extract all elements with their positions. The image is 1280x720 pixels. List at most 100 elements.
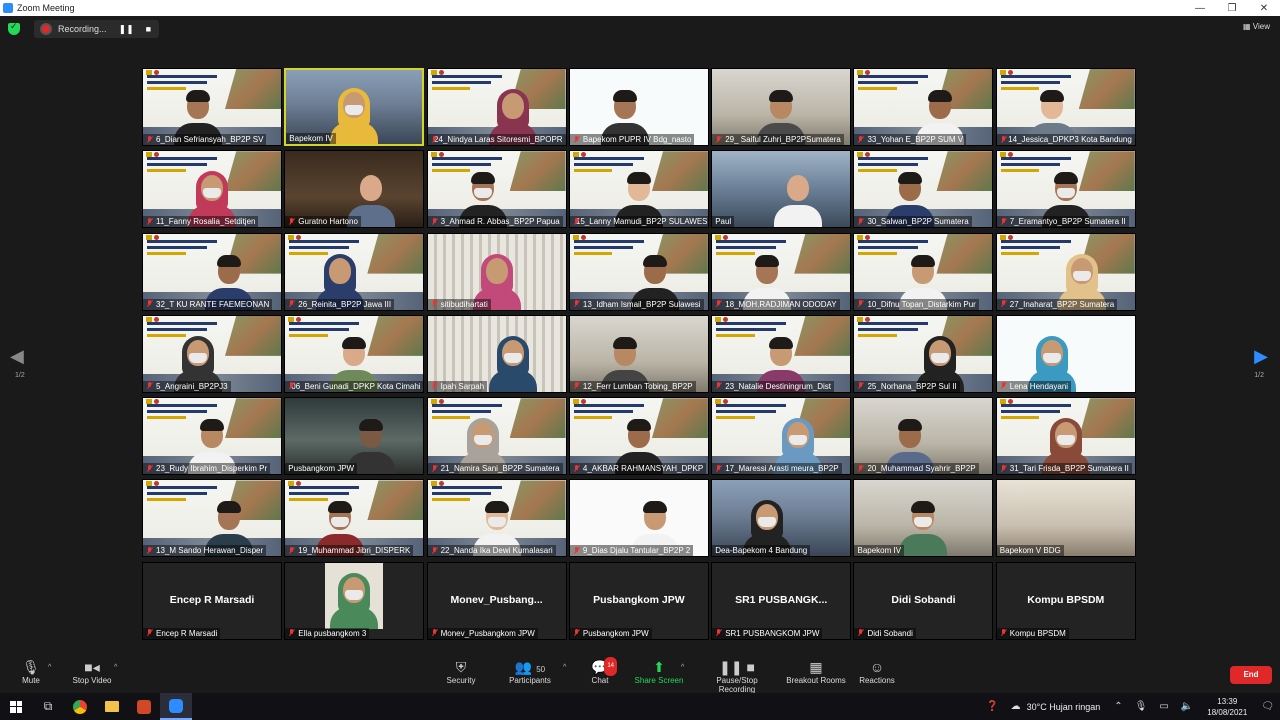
task-view-icon[interactable]: ⧉: [32, 693, 64, 720]
weather-text[interactable]: 30°C Hujan ringan: [1027, 702, 1101, 712]
muted-microphone-icon: [573, 629, 580, 637]
participant-tile[interactable]: Bapekom PUPR IV Bdg_nasto: [568, 68, 709, 146]
muted-microphone-icon: [431, 546, 438, 555]
participant-tile[interactable]: 11_Fanny Rosalia_Setditjen: [142, 150, 282, 229]
participants-options-chevron-icon[interactable]: ^: [563, 664, 566, 671]
chrome-app-icon[interactable]: [64, 693, 96, 720]
participant-name: 13_Idham Ismail_BP2P Sulawesi: [582, 299, 701, 309]
participant-tile[interactable]: 5_Angraini_BP2PJ3: [142, 314, 282, 393]
help-icon[interactable]: ❓: [986, 701, 998, 712]
participant-tile[interactable]: Paul: [711, 150, 852, 229]
tray-chevron-up-icon[interactable]: ⌃: [1114, 701, 1122, 712]
zoom-app-icon[interactable]: [160, 693, 192, 720]
stop-recording-icon[interactable]: ■: [146, 24, 151, 34]
participant-tile[interactable]: 23_Rudy Ibrahim_Disperkim Pr: [142, 397, 282, 476]
participant-tile[interactable]: 33_Yohan E_BP2P SUM V: [853, 68, 994, 146]
participant-tile[interactable]: 10_Difnu Topan_Distarkim Pur: [853, 232, 994, 311]
pause-recording-icon[interactable]: ❚❚: [119, 24, 134, 35]
maximize-button[interactable]: ❐: [1216, 3, 1248, 14]
volume-icon[interactable]: 🔈: [1181, 701, 1193, 712]
muted-microphone-icon: [431, 629, 438, 637]
participant-tile[interactable]: 3_Ahmad R. Abbas_BP2P Papua: [426, 150, 567, 229]
participant-tile[interactable]: SR1 PUSBANGK... SR1 PUSBANGKOM JPW: [711, 561, 852, 640]
participant-tile[interactable]: 18_MOH.RADJIMAN ODODAY: [711, 232, 852, 311]
participants-button[interactable]: 👥 50 Participants: [508, 659, 552, 685]
next-page-icon[interactable]: ▶: [1254, 346, 1268, 367]
participant-name-label: Didi Sobandi: [854, 627, 916, 639]
participant-tile[interactable]: Lena Hendayani: [995, 314, 1136, 393]
close-button[interactable]: ✕: [1248, 3, 1280, 14]
participant-tile[interactable]: 31_Tari Frisda_BP2P Sumatera II: [995, 397, 1136, 476]
breakout-rooms-button[interactable]: ▦ Breakout Rooms: [786, 659, 846, 685]
muted-microphone-icon: [857, 135, 864, 144]
participant-tile[interactable]: 24_Nindya Laras Sitoresmi_BPOPR: [426, 68, 567, 146]
participant-tile[interactable]: 30_Salwan_BP2P Sumatera: [853, 150, 994, 229]
notification-center-icon[interactable]: 🗨: [1261, 701, 1274, 712]
participant-name-label: Paul: [712, 216, 735, 228]
participant-tile[interactable]: 23_Natalie Destiningrum_Dist: [711, 314, 852, 393]
participant-tile[interactable]: 06_Beni Gunadi_DPKP Kota Cimahi: [284, 314, 425, 393]
participant-tile[interactable]: Ipah Sarpah: [426, 314, 567, 393]
participant-tile[interactable]: 12_Ferr Lumban Tobing_BP2P: [568, 314, 709, 393]
participant-tile[interactable]: 25_Norhana_BP2P Sul II: [853, 314, 994, 393]
participant-tile[interactable]: 14_Jessica_DPKP3 Kota Bandung: [995, 68, 1136, 146]
participant-tile[interactable]: 13_Idham Ismail_BP2P Sulawesi: [568, 232, 709, 311]
participant-tile[interactable]: Kompu BPSDM Kompu BPSDM: [995, 561, 1136, 640]
stop-video-button[interactable]: ■◂ Stop Video: [70, 659, 114, 685]
participant-name-label: 13_Idham Ismail_BP2P Sulawesi: [569, 298, 704, 310]
participant-name-label: 5_Angraini_BP2PJ3: [143, 380, 231, 392]
participant-tile[interactable]: Bapekom IV: [284, 68, 425, 146]
taskbar-clock[interactable]: 13:39 18/08/2021: [1207, 696, 1247, 718]
participant-tile[interactable]: Dea-Bapekom 4 Bandung: [711, 479, 852, 558]
muted-microphone-icon: [1000, 217, 1007, 226]
share-screen-button[interactable]: ⬆ Share Screen: [634, 659, 684, 685]
participant-tile[interactable]: 13_M Sando Herawan_Disper: [142, 479, 282, 558]
muted-microphone-icon: [857, 300, 864, 308]
view-button[interactable]: ▦ View: [1243, 22, 1270, 31]
participant-tile[interactable]: 26_Reinita_BP2P Jawa III: [284, 232, 425, 311]
share-options-chevron-icon[interactable]: ^: [681, 664, 684, 671]
mute-button[interactable]: 🎙 Mute: [20, 659, 42, 685]
participant-tile[interactable]: Guratno Hartono: [284, 150, 425, 229]
participant-tile[interactable]: 9_Dias Djalu Tantular_BP2P 2: [568, 479, 709, 558]
windows-start-icon[interactable]: [0, 693, 32, 720]
participant-tile[interactable]: Bapekom IV: [853, 479, 994, 558]
participant-name: 32_T KU RANTE FAEMEONAN: [156, 299, 270, 309]
network-icon[interactable]: ▭: [1159, 701, 1168, 712]
participant-tile[interactable]: 32_T KU RANTE FAEMEONAN: [142, 232, 282, 311]
audio-options-chevron-icon[interactable]: ^: [48, 664, 51, 671]
participant-tile[interactable]: 27_Inaharat_BP2P Sumatera: [995, 232, 1136, 311]
participant-tile[interactable]: 19_Muhammad Jibri_DISPERK: [284, 479, 425, 558]
video-options-chevron-icon[interactable]: ^: [114, 664, 117, 671]
chat-button[interactable]: 💬 14 Chat: [589, 657, 617, 685]
pause-stop-recording-button[interactable]: ❚❚ ■ Pause/Stop Recording: [697, 659, 777, 694]
muted-microphone-icon: [573, 135, 580, 144]
participant-tile[interactable]: Pusbangkom JPW Pusbangkom JPW: [568, 561, 709, 640]
powerpoint-app-icon[interactable]: [128, 693, 160, 720]
end-meeting-button[interactable]: End: [1230, 666, 1272, 684]
participant-tile[interactable]: 20_Muhammad Syahrir_BP2P: [853, 397, 994, 476]
security-button[interactable]: ⛨ Security: [444, 659, 478, 685]
participant-tile[interactable]: Didi Sobandi Didi Sobandi: [853, 561, 994, 640]
participant-name-label: 19_Muhammad Jibri_DISPERK: [285, 545, 414, 557]
participant-tile[interactable]: sitibudihartati: [426, 232, 567, 311]
participant-tile[interactable]: Bapekom V BDG: [995, 479, 1136, 558]
encryption-shield-icon[interactable]: [8, 21, 20, 35]
participant-tile[interactable]: 6_Dian Sefriansyah_BP2P SV: [142, 68, 282, 146]
participant-tile[interactable]: 15_Lanny Mamudi_BP2P SULAWESI: [568, 150, 709, 229]
participant-tile[interactable]: 22_Nanda Ika Dewi Kumalasari: [426, 479, 567, 558]
tray-microphone-icon[interactable]: 🎙: [1135, 701, 1148, 712]
minimize-button[interactable]: —: [1184, 3, 1216, 14]
participant-tile[interactable]: 17_Maressi Arasti meura_BP2P: [711, 397, 852, 476]
file-explorer-icon[interactable]: [96, 693, 128, 720]
participant-tile[interactable]: 7_Eramantyo_BP2P Sumatera II: [995, 150, 1136, 229]
participant-tile[interactable]: Ella pusbangkom 3: [284, 561, 425, 640]
participant-tile[interactable]: 29_ Saiful Zuhri_BP2PSumatera: [711, 68, 852, 146]
participant-tile[interactable]: 21_Namira Sani_BP2P Sumatera: [426, 397, 567, 476]
participant-tile[interactable]: Pusbangkom JPW: [284, 397, 425, 476]
participant-tile[interactable]: 4_AKBAR RAHMANSYAH_DPKP: [568, 397, 709, 476]
participant-tile[interactable]: Encep R Marsadi Encep R Marsadi: [142, 561, 282, 640]
reactions-button[interactable]: ☺ Reactions: [859, 659, 895, 685]
previous-page-icon[interactable]: ◀: [10, 346, 24, 367]
participant-tile[interactable]: Monev_Pusbang... Monev_Pusbangkom JPW: [426, 561, 567, 640]
